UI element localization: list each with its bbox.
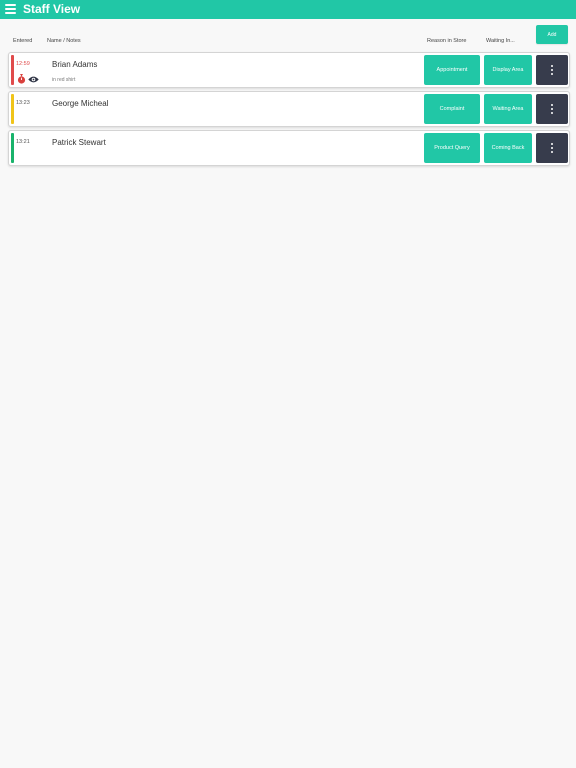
waiting-area-button[interactable]: Waiting Area: [484, 94, 532, 124]
stopwatch-icon[interactable]: [17, 74, 26, 84]
waiting-area-button[interactable]: Coming Back: [484, 133, 532, 163]
entered-time: 13:23: [16, 100, 30, 106]
column-header-reason: Reason in Store: [427, 38, 467, 44]
entered-time: 13:21: [16, 139, 30, 145]
column-header-name-notes: Name / Notes: [47, 38, 81, 44]
more-options-button[interactable]: [536, 133, 568, 163]
column-header-entered: Entered: [13, 38, 33, 44]
app-header: Staff View: [0, 0, 576, 19]
table-row[interactable]: 13:21 Patrick Stewart Product Query Comi…: [8, 130, 570, 166]
entered-time: 12:59: [16, 61, 30, 67]
customer-note: in red shirt: [52, 77, 76, 83]
add-button[interactable]: Add: [536, 25, 568, 44]
reason-button[interactable]: Product Query: [424, 133, 480, 163]
hamburger-menu-icon[interactable]: [5, 4, 16, 14]
waiting-area-button[interactable]: Display Area: [484, 55, 532, 85]
status-indicator: [11, 94, 14, 124]
column-header-waiting: Waiting In...: [486, 38, 515, 44]
table-row[interactable]: 12:59 Brian Adams in red shirt Appointme…: [8, 52, 570, 88]
status-indicator: [11, 55, 14, 85]
page-title: Staff View: [23, 2, 81, 16]
customer-name: Patrick Stewart: [52, 138, 106, 147]
status-indicator: [11, 133, 14, 163]
reason-button[interactable]: Appointment: [424, 55, 480, 85]
table-row[interactable]: 13:23 George Micheal Complaint Waiting A…: [8, 91, 570, 127]
customer-name: Brian Adams: [52, 60, 98, 69]
more-options-button[interactable]: [536, 94, 568, 124]
reason-button[interactable]: Complaint: [424, 94, 480, 124]
more-options-button[interactable]: [536, 55, 568, 85]
customer-name: George Micheal: [52, 99, 109, 108]
eye-icon[interactable]: [28, 76, 39, 83]
